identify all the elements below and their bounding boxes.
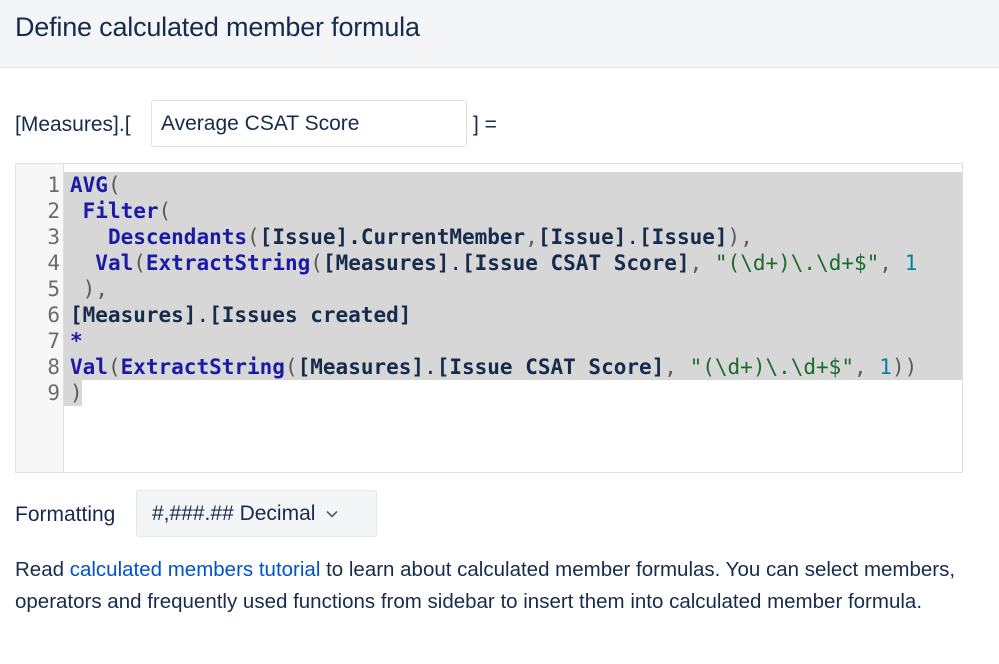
line-number: 9 [47, 381, 60, 405]
formatting-selected-value: #,###.## Decimal [152, 501, 316, 525]
code-area[interactable]: AVG( Filter( Descendants([Issue].Current… [64, 164, 962, 472]
code-text: Val(ExtractString([Measures].[Issue CSAT… [95, 251, 918, 275]
tutorial-link[interactable]: calculated members tutorial [70, 558, 321, 581]
formula-editor[interactable]: 1 2 3 4 5 6 7 8 9 AVG( Filter( Descendan… [15, 163, 963, 473]
code-line: Val(ExtractString([Measures].[Issue CSAT… [64, 250, 962, 276]
formatting-select[interactable]: #,###.## Decimal [136, 490, 377, 537]
code-text: Descendants([Issue].CurrentMember,[Issue… [107, 225, 753, 249]
formatting-label: Formatting [15, 503, 116, 526]
code-text: * [70, 329, 83, 353]
line-number: 2 [47, 199, 60, 223]
line-number: 1 [47, 173, 60, 197]
line-number: 4 [47, 251, 60, 275]
help-text: Read calculated members tutorial to lear… [15, 554, 975, 618]
code-line: ) [64, 380, 962, 406]
code-line: Val(ExtractString([Measures].[Issue CSAT… [64, 354, 962, 380]
code-line: Descendants([Issue].CurrentMember,[Issue… [64, 224, 962, 250]
code-text: AVG( [70, 173, 121, 197]
code-text: ), [82, 277, 108, 301]
help-text-prefix: Read [15, 558, 70, 581]
code-line: [Measures].[Issues created] [64, 302, 962, 328]
code-text: ) [70, 381, 83, 405]
measure-suffix-label: ] = [473, 113, 497, 136]
measure-prefix-label: [Measures].[ [15, 113, 131, 136]
line-number-gutter: 1 2 3 4 5 6 7 8 9 [16, 164, 64, 472]
code-text: Filter( [82, 199, 172, 223]
code-line: ), [64, 276, 962, 302]
measure-name-input[interactable] [151, 100, 467, 147]
line-number: 5 [47, 277, 60, 301]
line-number: 7 [47, 329, 60, 353]
line-number: 8 [47, 355, 60, 379]
dialog-header: Define calculated member formula [0, 0, 999, 68]
code-text: [Measures].[Issues created] [70, 303, 412, 327]
code-line: * [64, 328, 962, 354]
line-number: 3 [47, 225, 60, 249]
code-text: Val(ExtractString([Measures].[Issue CSAT… [70, 355, 918, 379]
page-title: Define calculated member formula [15, 12, 420, 42]
code-line: AVG( [64, 172, 962, 198]
code-line: Filter( [64, 198, 962, 224]
chevron-down-icon [325, 507, 339, 521]
line-number: 6 [47, 303, 60, 327]
